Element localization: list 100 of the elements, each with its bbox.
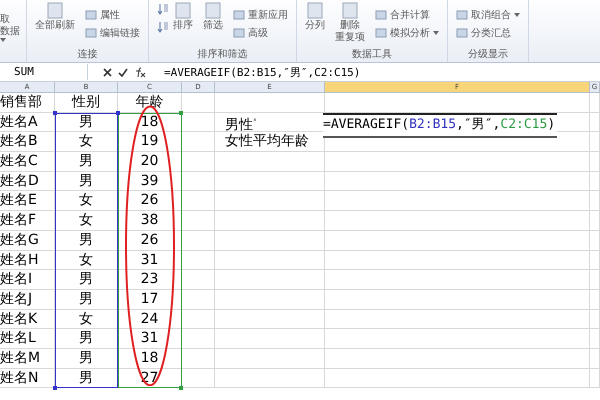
ribbon-icon xyxy=(233,9,245,21)
ribbon-icon xyxy=(46,2,64,20)
function-icon[interactable] xyxy=(134,66,146,78)
table-cell: 姓名F xyxy=(0,211,55,231)
ribbon-icon xyxy=(341,2,359,20)
table-cell: 男 xyxy=(55,172,118,192)
ribbon-button[interactable]: 取消组合 xyxy=(456,8,520,22)
empty-cell xyxy=(182,152,215,172)
ribbon-button[interactable]: 模拟分析 xyxy=(375,26,439,40)
empty-cell xyxy=(590,348,600,369)
ribbon-button[interactable]: 分类汇总 xyxy=(456,26,520,40)
table-cell: 姓名E xyxy=(0,191,55,212)
table-cell: 姓名C xyxy=(0,152,55,172)
table-cell: 男 xyxy=(55,348,118,369)
empty-cell xyxy=(590,250,600,270)
table-cell: 26 xyxy=(118,191,182,212)
empty-cell xyxy=(182,191,215,212)
empty-cell xyxy=(182,172,215,192)
table-cell: 男 xyxy=(55,329,118,349)
table-cell: 女性平均年龄 xyxy=(225,133,309,150)
ribbon-button[interactable]: 编辑链接 xyxy=(85,26,140,40)
table-cell: 女 xyxy=(55,250,118,270)
empty-cell xyxy=(590,93,600,113)
table-cell: 姓名M xyxy=(0,348,55,369)
ribbon-button[interactable]: 排序 xyxy=(173,2,193,36)
empty-cell xyxy=(590,191,600,212)
table-cell: 38 xyxy=(118,211,182,231)
empty-cell xyxy=(182,270,215,290)
ribbon-icon xyxy=(306,2,324,20)
table-cell: 姓名I xyxy=(0,270,55,290)
ribbon-button[interactable]: 合并计算 xyxy=(375,8,439,22)
ribbon-button[interactable]: 删除 重复项 xyxy=(335,2,365,44)
table-cell: 姓名J xyxy=(0,290,55,310)
ribbon-icon xyxy=(375,9,387,21)
range-handle[interactable] xyxy=(179,386,183,390)
empty-cell xyxy=(182,230,215,250)
empty-cell xyxy=(590,211,600,231)
table-cell: 17 xyxy=(118,290,182,310)
empty-cell xyxy=(182,290,215,310)
empty-cell xyxy=(590,230,600,250)
table-cell: 姓名L xyxy=(0,329,55,349)
empty-cell xyxy=(182,211,215,231)
formula-input[interactable]: =AVERAGEIF(B2:B15,″男″,C2:C15) xyxy=(323,112,558,138)
group-label: 分级显示 xyxy=(467,48,509,62)
name-box[interactable]: SUM xyxy=(0,64,88,80)
table-cell: 24 xyxy=(118,310,182,330)
table-cell: 23 xyxy=(118,270,182,290)
empty-cell xyxy=(590,172,600,192)
ribbon-button[interactable]: 全部刷新 xyxy=(35,2,75,32)
range-handle[interactable] xyxy=(53,110,57,115)
table-cell: 姓名D xyxy=(0,172,55,192)
ribbon-button[interactable]: 分列 xyxy=(305,2,325,32)
empty-cell xyxy=(590,270,600,290)
cancel-icon[interactable] xyxy=(102,68,112,76)
table-cell: 姓名B xyxy=(0,132,55,152)
check-icon[interactable] xyxy=(118,68,128,76)
ribbon-icon xyxy=(174,2,192,20)
empty-cell xyxy=(590,368,600,388)
table-cell: 女 xyxy=(55,211,118,231)
table-cell: 26 xyxy=(118,230,182,250)
empty-cell xyxy=(590,329,600,349)
ribbon-button[interactable]: 筛选 xyxy=(203,2,223,32)
table-cell: 男性$^{ˣ}$ xyxy=(225,117,257,134)
range-handle[interactable] xyxy=(116,110,120,115)
empty-cell xyxy=(182,93,215,113)
caret-icon[interactable] xyxy=(433,31,439,35)
ribbon-icon xyxy=(233,27,245,39)
table-cell: 19 xyxy=(118,132,182,152)
ribbon-icon xyxy=(85,9,97,21)
table-cell: 男 xyxy=(55,230,118,250)
empty-cell xyxy=(590,290,600,310)
formula-input[interactable]: =AVERAGEIF(B2:B15,″男″,C2:C15) xyxy=(160,64,360,80)
table-cell: 20 xyxy=(118,152,182,172)
ribbon-icon xyxy=(456,27,468,39)
table-cell: 销售部 xyxy=(0,93,55,113)
table-cell: 女 xyxy=(55,132,118,152)
range-handle[interactable] xyxy=(53,386,57,390)
ribbon-button[interactable]: 高级 xyxy=(233,26,288,40)
table-cell: 姓名G xyxy=(0,230,55,250)
range-handle[interactable] xyxy=(179,110,183,115)
ribbon-button[interactable]: 属性 xyxy=(85,8,140,22)
group-label: 排序和筛选 xyxy=(196,48,248,62)
empty-cell xyxy=(182,250,215,270)
ribbon-button[interactable]: 重新应用 xyxy=(233,8,288,22)
table-cell: 男 xyxy=(55,290,118,310)
ribbon-icon xyxy=(204,2,222,20)
table-cell: 男 xyxy=(55,152,118,172)
empty-cell xyxy=(590,132,600,152)
table-cell: 31 xyxy=(118,250,182,270)
table-cell: 女 xyxy=(55,191,118,212)
table-cell: 18 xyxy=(118,348,182,369)
ribbon-icon xyxy=(375,27,387,39)
caret-icon[interactable] xyxy=(514,13,520,17)
caret-icon[interactable] xyxy=(0,38,6,42)
table-cell: 姓名H xyxy=(0,250,55,270)
table-cell: 31 xyxy=(118,329,182,349)
table-cell: 姓名K xyxy=(0,310,55,330)
empty-cell xyxy=(182,329,215,349)
ribbon-button[interactable]: 取 数据 xyxy=(0,14,26,42)
ribbon-icon xyxy=(456,9,468,21)
